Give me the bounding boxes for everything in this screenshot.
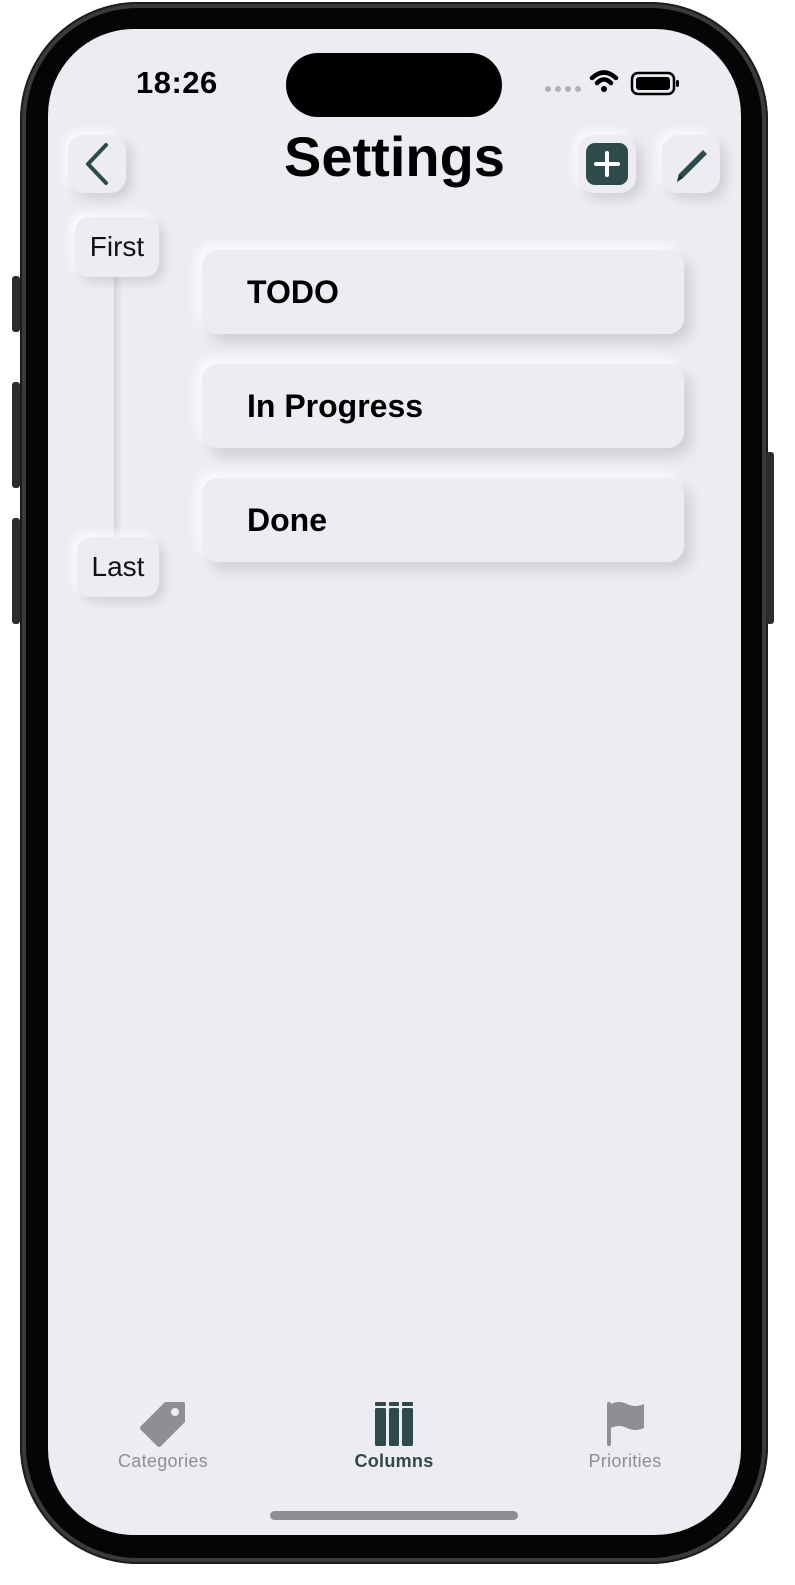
tab-categories[interactable]: Categories: [83, 1399, 243, 1472]
tab-label: Priorities: [588, 1451, 662, 1471]
status-icons: [542, 67, 682, 99]
column-item-done[interactable]: Done: [202, 478, 684, 562]
action-button: [12, 276, 20, 332]
order-last-label: Last: [77, 537, 159, 597]
pencil-icon: [677, 150, 707, 182]
column-item-todo[interactable]: TODO: [202, 250, 684, 334]
tab-priorities[interactable]: Priorities: [545, 1399, 705, 1472]
edit-button[interactable]: [662, 135, 720, 193]
volume-down-button: [12, 518, 20, 624]
column-item-in-progress[interactable]: In Progress: [202, 364, 684, 448]
plus-icon: [586, 143, 628, 185]
chevron-left-icon: [86, 143, 108, 185]
order-slider-track[interactable]: [114, 269, 122, 549]
tab-label: Categories: [117, 1451, 209, 1471]
order-first-label: First: [75, 217, 159, 277]
flag-icon: [607, 1402, 644, 1446]
tab-columns[interactable]: Columns: [314, 1399, 474, 1472]
volume-up-button: [12, 382, 20, 488]
add-column-button[interactable]: [578, 135, 636, 193]
dynamic-island: [286, 53, 502, 117]
column-item-label: In Progress: [247, 387, 424, 424]
home-indicator[interactable]: [270, 1511, 518, 1520]
tab-label: Columns: [354, 1451, 434, 1471]
tag-icon: [140, 1402, 185, 1447]
column-item-label: Done: [247, 501, 327, 538]
app-screen: 18:26 Settings First Last TODO In Progre…: [48, 29, 741, 1535]
back-button[interactable]: [68, 135, 126, 193]
battery-icon: [630, 71, 679, 96]
page-title: Settings: [284, 125, 505, 188]
columns-icon: [375, 1402, 413, 1446]
status-time: 18:26: [136, 65, 218, 100]
wifi-icon: [589, 70, 619, 92]
power-button: [766, 452, 774, 624]
cellular-signal-icon: [545, 86, 581, 92]
column-item-label: TODO: [247, 273, 339, 310]
